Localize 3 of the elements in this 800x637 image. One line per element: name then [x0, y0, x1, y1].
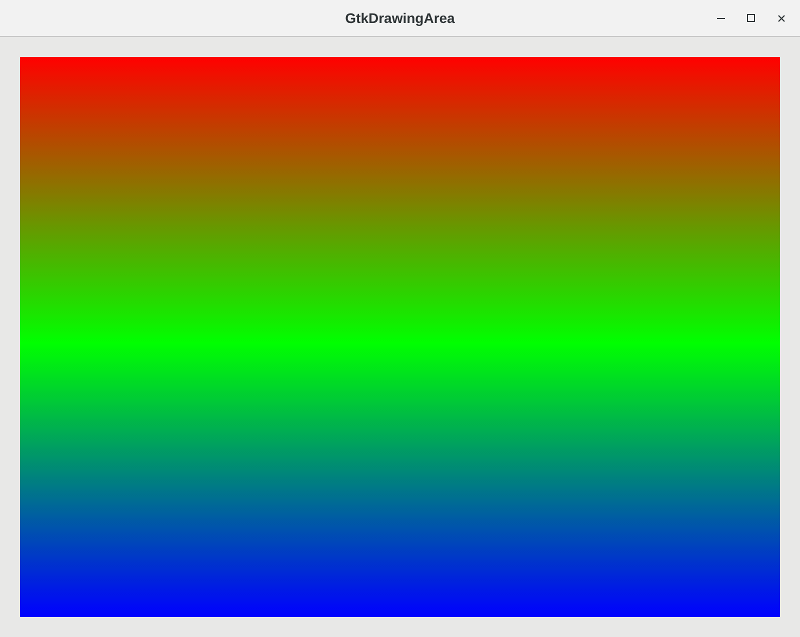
window-title: GtkDrawingArea — [345, 8, 455, 28]
close-icon — [778, 14, 784, 22]
maximize-icon — [747, 14, 755, 22]
